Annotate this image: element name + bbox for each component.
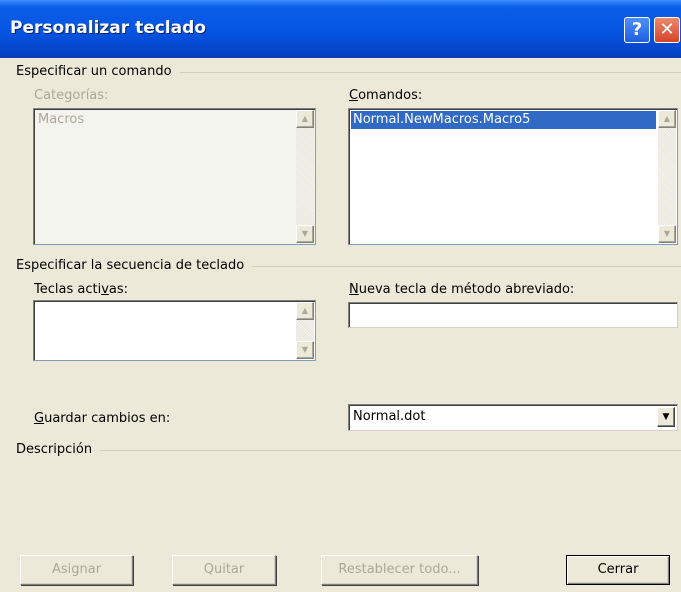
categories-label: Categorías: xyxy=(34,88,109,103)
current-keys-label: Teclas activas: xyxy=(34,282,129,297)
assign-button[interactable]: Asignar xyxy=(20,555,133,585)
reset-all-button[interactable]: Restablecer todo... xyxy=(321,555,478,585)
group-keyboard-sequence: Especificar la secuencia de teclado xyxy=(16,258,681,274)
scroll-down-icon[interactable]: ▼ xyxy=(296,341,314,359)
group-description-title: Descripción xyxy=(16,442,101,457)
scroll-up-icon[interactable]: ▲ xyxy=(296,302,314,320)
list-item[interactable]: Macros xyxy=(36,111,86,129)
scroll-up-icon[interactable]: ▲ xyxy=(296,110,314,128)
scroll-down-icon[interactable]: ▼ xyxy=(296,225,314,243)
dialog-body: Especificar un comando Categorías: Macro… xyxy=(0,58,681,592)
remove-button[interactable]: Quitar xyxy=(172,555,276,585)
group-specify-command: Especificar un comando xyxy=(16,64,681,80)
scroll-up-icon[interactable]: ▲ xyxy=(658,110,676,128)
dropdown-icon[interactable]: ▼ xyxy=(657,407,675,427)
close-window-button[interactable]: ✕ xyxy=(654,17,680,43)
commands-listbox[interactable]: Normal.NewMacros.Macro5 ▲ ▼ xyxy=(348,108,678,245)
group-keyboard-sequence-title: Especificar la secuencia de teclado xyxy=(16,258,253,273)
scroll-down-icon[interactable]: ▼ xyxy=(658,225,676,243)
close-icon: ✕ xyxy=(659,19,675,40)
group-description: Descripción xyxy=(16,442,681,458)
group-specify-command-title: Especificar un comando xyxy=(16,64,180,79)
commands-scrollbar[interactable]: ▲ ▼ xyxy=(658,110,676,243)
help-icon: ? xyxy=(631,19,643,40)
categories-scrollbar[interactable]: ▲ ▼ xyxy=(296,110,314,243)
close-button[interactable]: Cerrar xyxy=(566,555,670,585)
categories-listbox[interactable]: Macros ▲ ▼ xyxy=(33,108,316,245)
save-in-label: Guardar cambios en: xyxy=(34,411,171,426)
current-keys-scrollbar[interactable]: ▲ ▼ xyxy=(296,302,314,359)
title-bar[interactable]: Personalizar teclado ? ✕ xyxy=(0,0,681,58)
save-in-select[interactable]: Normal.dot ▼ xyxy=(348,404,678,431)
help-button[interactable]: ? xyxy=(624,17,650,43)
window-title: Personalizar teclado xyxy=(10,18,206,38)
current-keys-listbox[interactable]: ▲ ▼ xyxy=(33,300,316,361)
list-item-selected[interactable]: Normal.NewMacros.Macro5 xyxy=(351,111,656,129)
new-shortcut-input[interactable] xyxy=(348,302,678,328)
save-in-value: Normal.dot xyxy=(353,409,426,424)
commands-label: Comandos: xyxy=(349,88,423,103)
new-shortcut-label: Nueva tecla de método abreviado: xyxy=(349,282,575,297)
